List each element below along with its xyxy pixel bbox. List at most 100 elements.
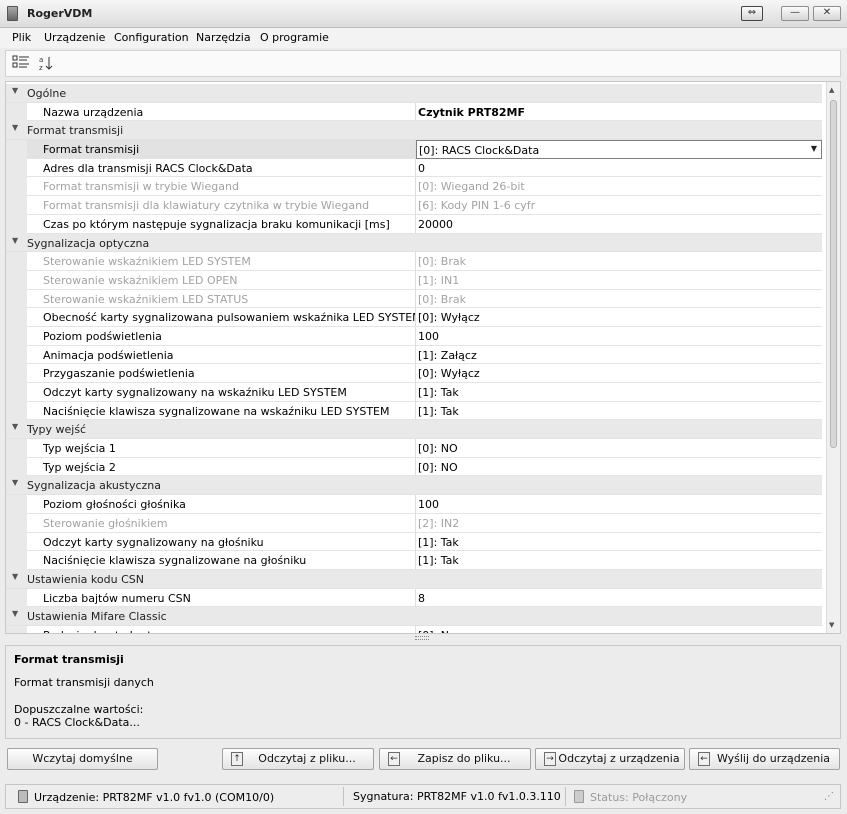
property-value[interactable]: 20000	[416, 215, 822, 234]
property-value[interactable]: [1]: Tak	[416, 551, 822, 570]
property-value-text: [0]: NO	[418, 460, 458, 474]
sort-alphabetical-icon[interactable]: az	[36, 55, 56, 73]
property-value: [1]: IN1	[416, 271, 822, 290]
help-allowed-value: 0 - RACS Clock&Data...	[14, 716, 140, 729]
property-value[interactable]: [0]: Nop	[416, 626, 822, 633]
pin-button[interactable]: ⇔	[741, 6, 763, 21]
property-name: Poziom głośności głośnika	[27, 495, 416, 514]
property-row[interactable]: Rodzaj odczytu karty[0]: Nop	[6, 625, 822, 633]
property-value[interactable]: [1]: Załącz	[416, 346, 822, 365]
property-value[interactable]: 8	[416, 589, 822, 608]
send-to-device-button[interactable]: ← Wyślij do urządzenia	[689, 748, 840, 770]
menu-o-programie[interactable]: O programie	[260, 31, 329, 44]
property-value[interactable]: [0]: Wyłącz	[416, 308, 822, 327]
category-label: Format transmisji	[27, 124, 124, 138]
property-row[interactable]: Format transmisji [0]: RACS Clock&Data ▼	[6, 140, 822, 159]
scroll-down-icon[interactable]: ▼	[829, 621, 834, 629]
property-row[interactable]: Poziom głośności głośnika 100	[6, 495, 822, 514]
resize-grip-icon[interactable]: ⋰	[824, 791, 834, 802]
property-name: Naciśnięcie klawisza sygnalizowane na ws…	[27, 401, 416, 421]
property-value: [0]: Brak	[416, 290, 822, 309]
category-header[interactable]: ▼ Ustawienia kodu CSN	[6, 569, 822, 589]
collapse-toggle-icon[interactable]: ▼	[12, 236, 18, 245]
property-row[interactable]: Format transmisji w trybie Wiegand [0]: W…	[6, 177, 822, 197]
collapse-toggle-icon[interactable]: ▼	[12, 86, 18, 95]
menu-narzedzia[interactable]: Narzędzia	[196, 31, 251, 44]
read-from-file-button[interactable]: ↑ Odczytaj z pliku...	[222, 748, 374, 770]
scroll-thumb[interactable]	[830, 100, 837, 448]
property-row[interactable]: Sterowanie wskaźnikiem LED OPEN [1]: IN1	[6, 270, 822, 290]
property-row[interactable]: Naciśnięcie klawisza sygnalizowane na ws…	[6, 401, 822, 421]
property-name: Przygaszanie podświetlenia	[27, 364, 416, 383]
category-header[interactable]: ▼ Sygnalizacja akustyczna	[6, 476, 822, 496]
category-label: Ustawienia kodu CSN	[27, 572, 144, 586]
load-defaults-label: Wczytaj domyślne	[32, 752, 133, 765]
property-value[interactable]: 0	[416, 159, 822, 178]
property-name: Czas po którym następuje sygnalizacja br…	[27, 214, 416, 234]
status-connection-text: Status: Połączony	[590, 791, 688, 804]
help-title: Format transmisji	[14, 653, 124, 666]
status-separator	[343, 787, 344, 806]
property-value[interactable]: 100	[416, 327, 822, 346]
property-value-text: 0	[418, 161, 425, 175]
menu-configuration[interactable]: Configuration	[114, 31, 189, 44]
property-row[interactable]: Odczyt karty sygnalizowany na wskaźniku …	[6, 383, 822, 402]
property-row[interactable]: Nazwa urządzenia Czytnik PRT82MF	[6, 102, 822, 122]
vertical-scrollbar[interactable]: ▲ ▼	[826, 82, 840, 633]
property-name: Animacja podświetlenia	[27, 345, 416, 365]
collapse-toggle-icon[interactable]: ▼	[12, 572, 18, 581]
category-label: Sygnalizacja akustyczna	[27, 479, 161, 493]
device-icon	[18, 790, 28, 803]
property-row[interactable]: Sterowanie głośnikiem [2]: IN2	[6, 513, 822, 533]
collapse-toggle-icon[interactable]: ▼	[12, 609, 18, 618]
property-row[interactable]: Typ wejścia 2 [0]: NO	[6, 457, 822, 477]
scroll-up-icon[interactable]: ▲	[829, 86, 834, 94]
menu-urzadzenie[interactable]: Urządzenie	[44, 31, 105, 44]
property-value[interactable]: [0]: NO	[416, 439, 822, 458]
menu-bar: Plik Urządzenie Configuration Narzędzia …	[0, 28, 847, 48]
property-row[interactable]: Naciśnięcie klawisza sygnalizowane na gł…	[6, 551, 822, 570]
property-row[interactable]: Poziom podświetlenia 100	[6, 326, 822, 346]
property-value[interactable]: [0]: Wyłącz	[416, 364, 822, 383]
categorized-view-icon[interactable]	[11, 55, 31, 73]
property-value[interactable]: [1]: Tak	[416, 383, 822, 402]
property-row[interactable]: Sterowanie wskaźnikiem LED SYSTEM [0]: Br…	[6, 252, 822, 271]
category-header[interactable]: ▼ Ustawienia Mifare Classic	[6, 607, 822, 626]
collapse-toggle-icon[interactable]: ▼	[12, 422, 18, 431]
property-value-text: 8	[418, 591, 425, 605]
property-row[interactable]: Adres dla transmisji RACS Clock&Data 0	[6, 158, 822, 178]
help-panel: Format transmisji Format transmisji dany…	[5, 645, 841, 739]
collapse-toggle-icon[interactable]: ▼	[12, 123, 18, 132]
property-row[interactable]: Typ wejścia 1 [0]: NO	[6, 439, 822, 458]
read-from-device-button[interactable]: → Odczytaj z urządzenia	[535, 748, 685, 770]
category-header[interactable]: ▼ Format transmisji	[6, 121, 822, 141]
property-value-dropdown[interactable]: [0]: RACS Clock&Data ▼	[416, 140, 822, 159]
status-device-text: Urządzenie: PRT82MF v1.0 fv1.0 (COM10/0)	[34, 791, 275, 804]
property-name: Obecność karty sygnalizowana pulsowaniem…	[27, 308, 416, 327]
property-row[interactable]: Obecność karty sygnalizowana pulsowaniem…	[6, 308, 822, 327]
property-row[interactable]: Animacja podświetlenia [1]: Załącz	[6, 345, 822, 365]
dropdown-arrow-icon[interactable]: ▼	[811, 144, 817, 153]
category-header[interactable]: ▼ Typy wejść	[6, 420, 822, 440]
menu-plik[interactable]: Plik	[12, 31, 31, 44]
property-value[interactable]: [0]: NO	[416, 458, 822, 477]
category-header[interactable]: ▼ Sygnalizacja optyczna	[6, 233, 822, 253]
property-row[interactable]: Sterowanie wskaźnikiem LED STATUS [0]: Br…	[6, 289, 822, 309]
property-row[interactable]: Format transmisji dla klawiatury czytnik…	[6, 196, 822, 215]
property-value[interactable]: [1]: Tak	[416, 402, 822, 421]
property-row[interactable]: Przygaszanie podświetlenia [0]: Wyłącz	[6, 364, 822, 383]
collapse-toggle-icon[interactable]: ▼	[12, 478, 18, 487]
property-value[interactable]: Czytnik PRT82MF	[416, 103, 822, 122]
splitter-handle[interactable]	[415, 636, 429, 640]
minimize-button[interactable]: —	[781, 6, 809, 21]
save-to-file-button[interactable]: ← Zapisz do pliku...	[379, 748, 531, 770]
property-name: Format transmisji w trybie Wiegand	[27, 177, 416, 197]
load-defaults-button[interactable]: Wczytaj domyślne	[7, 748, 158, 770]
category-header[interactable]: ▼ Ogólne	[6, 84, 822, 103]
property-value[interactable]: 100	[416, 495, 822, 514]
close-button[interactable]: ✕	[813, 6, 841, 21]
property-value[interactable]: [1]: Tak	[416, 533, 822, 552]
property-row[interactable]: Liczba bajtów numeru CSN 8	[6, 588, 822, 608]
property-row[interactable]: Czas po którym następuje sygnalizacja br…	[6, 214, 822, 234]
property-row[interactable]: Odczyt karty sygnalizowany na głośniku [1…	[6, 532, 822, 552]
